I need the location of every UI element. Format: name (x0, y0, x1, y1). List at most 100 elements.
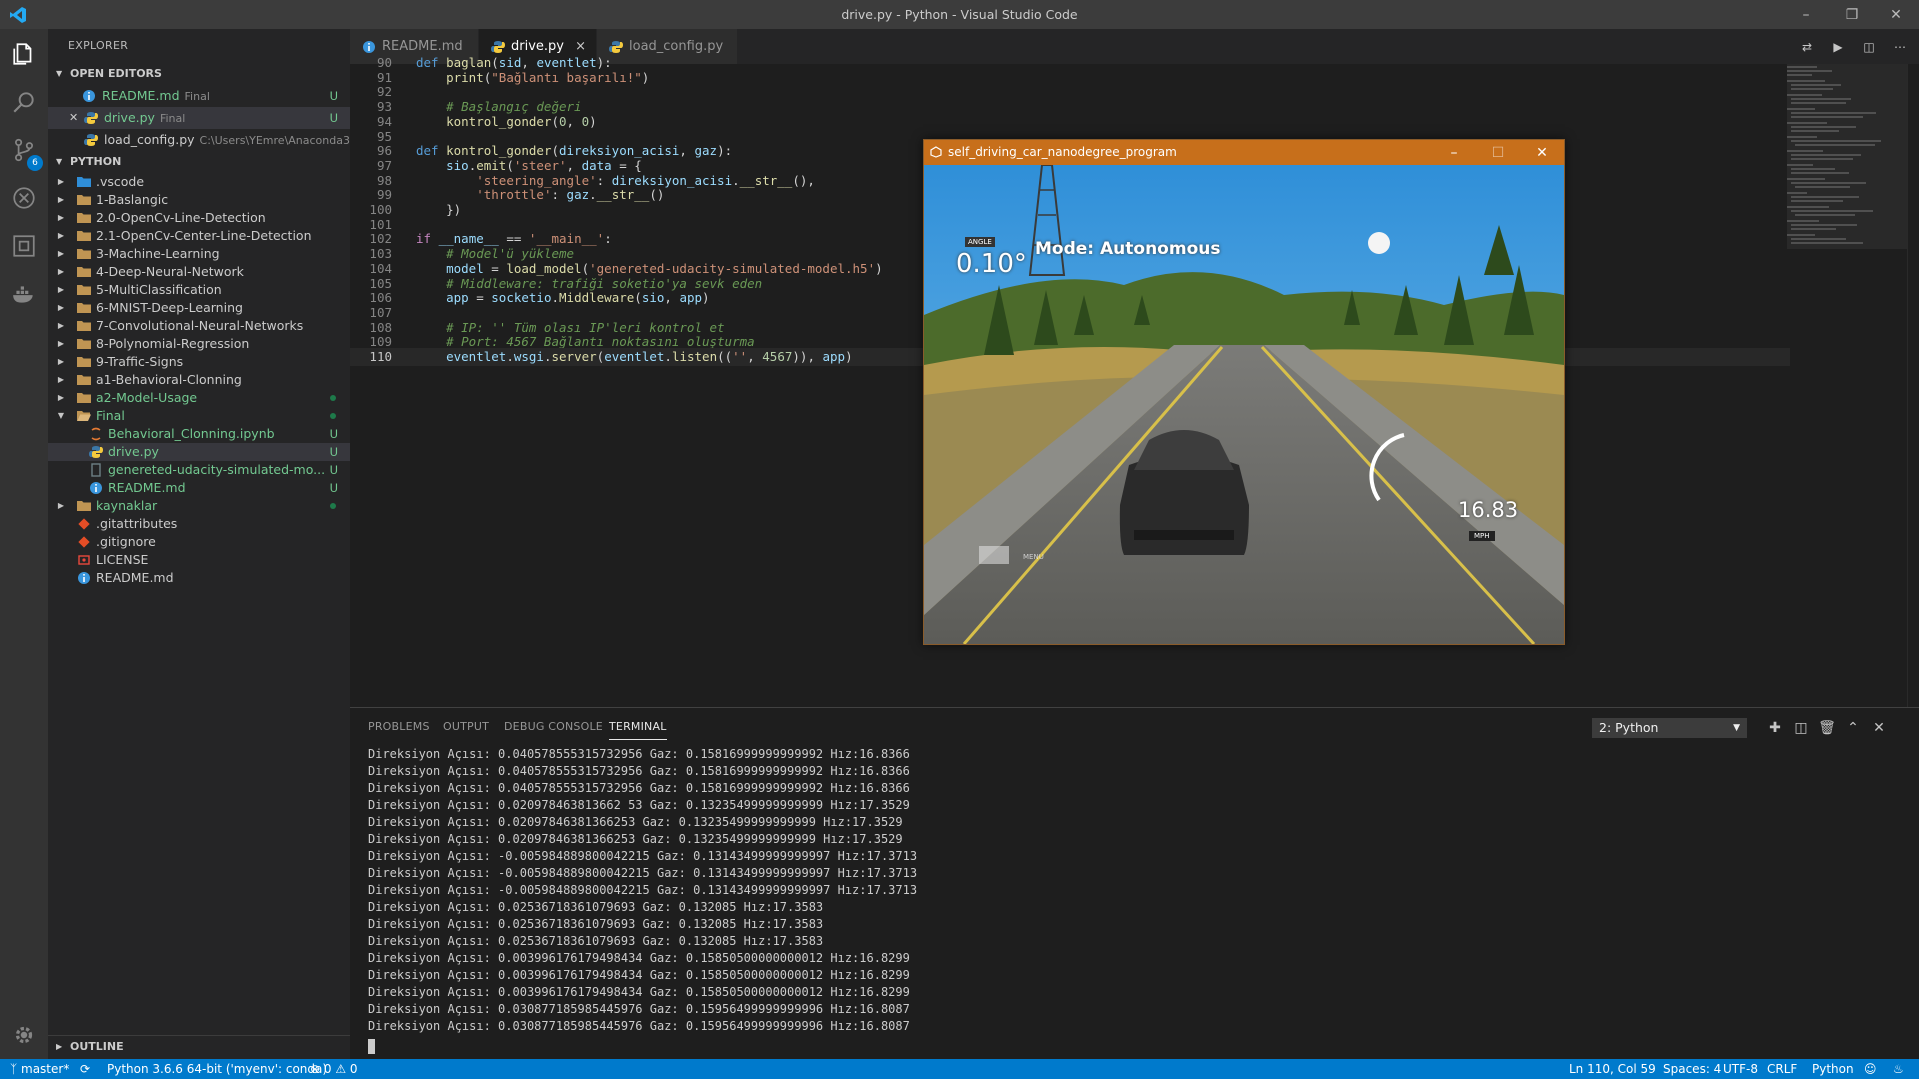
close-editor-icon[interactable]: ✕ (69, 107, 78, 129)
simulator-viewport[interactable]: ANGLE 0.10° Mode: Autonomous 16.83 MPH M… (924, 165, 1564, 644)
search-icon[interactable] (0, 78, 48, 126)
file-item[interactable]: README.md (48, 569, 350, 587)
feedback-icon[interactable]: ☺ (1864, 1059, 1877, 1079)
run-icon[interactable]: ▶ (1827, 36, 1849, 58)
tab-terminal[interactable]: TERMINAL (609, 720, 667, 740)
editor-scrollbar[interactable] (1907, 64, 1919, 707)
folder-item[interactable]: ▶ 6-MNIST-Deep-Learning (48, 299, 350, 317)
steering-angle: 0.10° (956, 249, 1027, 279)
simulator-window[interactable]: self_driving_car_nanodegree_program – ☐ … (923, 139, 1565, 645)
menu-button[interactable] (979, 546, 1009, 564)
outline-header[interactable]: ▶ OUTLINE (48, 1035, 350, 1057)
open-editor-load-config[interactable]: load_config.py C:\Users\YEmre\Anaconda3..… (48, 129, 360, 151)
bottom-panel: PROBLEMS OUTPUT DEBUG CONSOLE TERMINAL 2… (350, 707, 1919, 1059)
tab-output[interactable]: OUTPUT (443, 720, 489, 733)
folder-item[interactable]: ▶ a2-Model-Usage (48, 389, 350, 407)
terminal-selector[interactable]: 2: Python ▼ (1592, 718, 1747, 738)
language-mode[interactable]: Python (1812, 1059, 1854, 1079)
sim-minimize-button[interactable]: – (1432, 140, 1476, 165)
explorer-icon[interactable] (0, 30, 48, 78)
tab-debug-console[interactable]: DEBUG CONSOLE (504, 720, 603, 733)
source-control-icon[interactable]: 6 (0, 126, 48, 174)
folder-item[interactable]: ▶ 8-Polynomial-Regression (48, 335, 350, 353)
notifications-bell-icon[interactable]: ♨ (1893, 1059, 1904, 1079)
terminal-line: Direksiyon Açısı: 0.02536718361079693 Ga… (368, 917, 824, 931)
file-item[interactable]: drive.py U (48, 443, 350, 461)
sync-icon[interactable]: ⟳ (80, 1059, 90, 1079)
folder-icon (77, 285, 91, 295)
folder-item[interactable]: ▶ 3-Machine-Learning (48, 245, 350, 263)
new-terminal-icon[interactable]: ✚ (1765, 718, 1785, 738)
file-item[interactable]: Behavioral_Clonning.ipynb U (48, 425, 350, 443)
restore-button[interactable]: ❐ (1829, 0, 1875, 29)
file-item[interactable]: .gitattributes (48, 515, 350, 533)
sim-close-button[interactable]: ✕ (1520, 140, 1564, 165)
tree-item-label: LICENSE (96, 552, 149, 567)
open-editor-drive[interactable]: ✕ drive.py Final U (48, 107, 350, 129)
close-window-button[interactable]: ✕ (1873, 0, 1919, 29)
git-branch-icon: ᛉ (10, 1062, 22, 1076)
folder-item[interactable]: ▶ 2.1-OpenCv-Center-Line-Detection (48, 227, 350, 245)
git-file-icon (78, 536, 90, 548)
folder-item[interactable]: ▶ kaynaklar (48, 497, 350, 515)
speed-unit: MPH (1469, 531, 1495, 541)
close-panel-icon[interactable]: ✕ (1869, 718, 1889, 738)
folder-icon (77, 249, 91, 259)
minimap[interactable] (1787, 64, 1907, 707)
split-terminal-icon[interactable]: ◫ (1791, 718, 1811, 738)
tree-item-label: Final (96, 408, 125, 423)
folder-item[interactable]: ▶ .vscode (48, 173, 350, 191)
folder-item[interactable]: ▶ 4-Deep-Neural-Network (48, 263, 350, 281)
tree-item-label: 2.1-OpenCv-Center-Line-Detection (96, 228, 312, 243)
debug-icon[interactable] (0, 174, 48, 222)
open-changes-icon[interactable]: ⇄ (1796, 36, 1818, 58)
terminal-line: Direksiyon Açısı: 0.040578555315732956 G… (368, 781, 910, 795)
tab-problems[interactable]: PROBLEMS (368, 720, 430, 733)
encoding[interactable]: UTF-8 (1723, 1059, 1758, 1079)
open-editor-readme[interactable]: README.md Final U (48, 85, 350, 107)
interpreter-status[interactable]: Python 3.6.6 64-bit ('myenv': conda) (107, 1059, 327, 1079)
extensions-icon[interactable] (0, 222, 48, 270)
code-text: eventlet.wsgi.server(eventlet.listen((''… (446, 349, 853, 364)
branch-status[interactable]: ᛉ master* (10, 1059, 69, 1079)
file-icon (91, 463, 101, 477)
folder-item[interactable]: ▶ a1-Behavioral-Clonning (48, 371, 350, 389)
docker-icon[interactable] (0, 270, 48, 318)
sim-maximize-button[interactable]: ☐ (1476, 140, 1520, 165)
error-icon: ⊗ (310, 1062, 324, 1076)
problems-status[interactable]: ⊗ 0 ⚠ 0 (310, 1059, 358, 1079)
chevron-right-icon: ▶ (57, 177, 65, 186)
indentation[interactable]: Spaces: 4 (1663, 1059, 1721, 1079)
file-item[interactable]: README.md U (48, 479, 350, 497)
maximize-panel-icon[interactable]: ⌃ (1843, 718, 1863, 738)
warning-icon: ⚠ (335, 1062, 350, 1076)
file-item[interactable]: genereted-udacity-simulated-mo... U (48, 461, 350, 479)
trash-icon[interactable]: 🗑 (1817, 718, 1837, 738)
split-editor-icon[interactable]: ◫ (1858, 36, 1880, 58)
terminal-line: Direksiyon Açısı: 0.003996176179498434 G… (368, 985, 910, 999)
tree-item-label: 1-Baslangic (96, 192, 169, 207)
workspace-header[interactable]: ▼ PYTHON (48, 151, 350, 173)
terminal-line: Direksiyon Açısı: 0.02097846381366253 Ga… (368, 832, 903, 846)
cursor-position[interactable]: Ln 110, Col 59 (1569, 1059, 1656, 1079)
line-ending[interactable]: CRLF (1767, 1059, 1797, 1079)
folder-item[interactable]: ▶ 5-MultiClassification (48, 281, 350, 299)
folder-item[interactable]: ▶ 7-Convolutional-Neural-Networks (48, 317, 350, 335)
python-file-icon (491, 41, 505, 53)
tree-item-label: README.md (96, 570, 174, 585)
open-editors-header[interactable]: ▼ OPEN EDITORS (48, 63, 350, 85)
terminal-line: Direksiyon Açısı: 0.040578555315732956 G… (368, 747, 910, 761)
terminal-output[interactable]: Direksiyon Açısı: 0.040578555315732956 G… (368, 746, 917, 1035)
folder-item[interactable]: ▼ Final (48, 407, 350, 425)
minimize-button[interactable]: – (1783, 0, 1829, 29)
file-item[interactable]: .gitignore (48, 533, 350, 551)
file-item[interactable]: LICENSE (48, 551, 350, 569)
settings-gear-icon[interactable] (0, 1011, 48, 1059)
folder-item[interactable]: ▶ 9-Traffic-Signs (48, 353, 350, 371)
more-actions-icon[interactable]: ⋯ (1889, 36, 1911, 58)
terminal-line: Direksiyon Açısı: 0.040578555315732956 G… (368, 764, 910, 778)
folder-item[interactable]: ▶ 2.0-OpenCv-Line-Detection (48, 209, 350, 227)
window-title: drive.py - Python - Visual Studio Code (841, 7, 1078, 22)
folder-item[interactable]: ▶ 1-Baslangic (48, 191, 350, 209)
tree-item-label: .gitignore (96, 534, 156, 549)
